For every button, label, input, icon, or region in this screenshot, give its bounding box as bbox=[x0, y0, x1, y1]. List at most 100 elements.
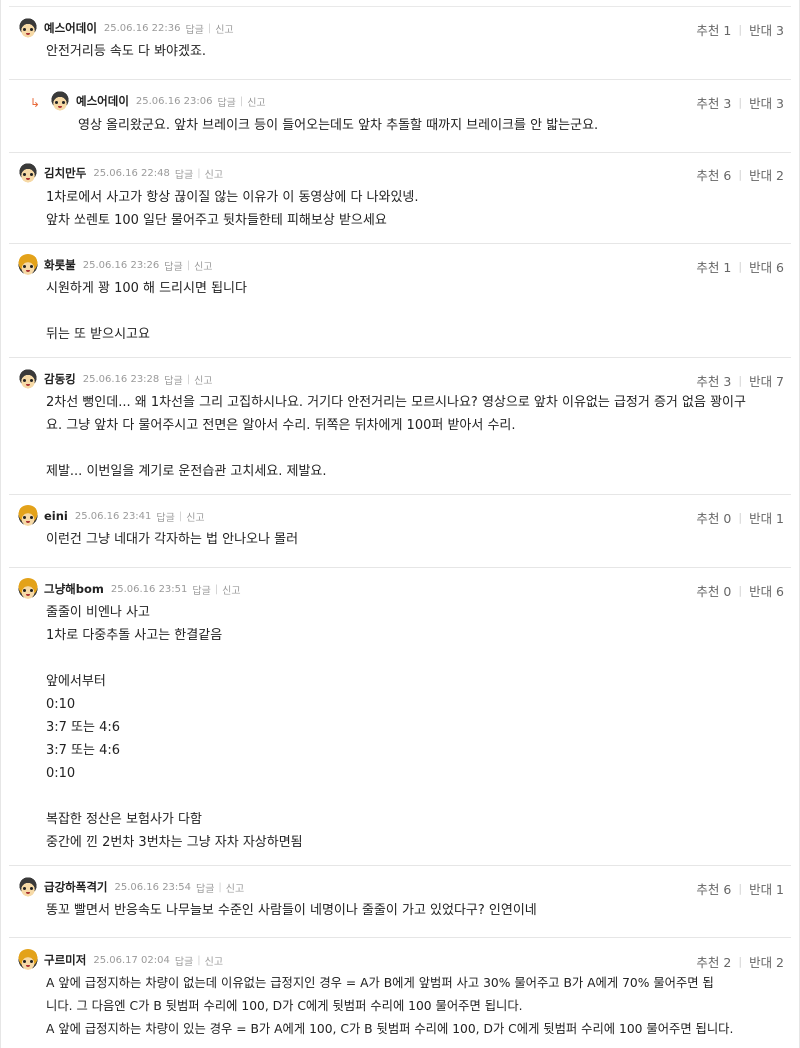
comment-author[interactable]: 김치만두 bbox=[44, 165, 86, 181]
downvote-button[interactable]: 반대 2 bbox=[749, 952, 784, 971]
reply-link[interactable]: 답글 bbox=[164, 372, 182, 387]
reply-link[interactable]: 답글 bbox=[156, 509, 174, 524]
comment-line: 니다. 그 다음엔 C가 B 뒷범퍼 수리에 100, D가 C에게 뒷범퍼 수… bbox=[46, 999, 523, 1013]
comment-author[interactable]: 급강하폭격기 bbox=[44, 879, 107, 895]
divider: | bbox=[239, 95, 244, 107]
comment-author[interactable]: 화롯불 bbox=[44, 257, 76, 273]
divider: | bbox=[738, 167, 743, 181]
report-link[interactable]: 신고 bbox=[186, 509, 204, 524]
avatar[interactable] bbox=[17, 505, 39, 527]
comment-date: 25.06.16 23:26 bbox=[82, 259, 160, 271]
divider: | bbox=[738, 373, 743, 387]
comment-body: A 앞에 급정지하는 차량이 없는데 이유없는 급정지인 경우 = A가 B에게… bbox=[46, 972, 733, 1041]
comment-line bbox=[46, 437, 746, 460]
comment-line: 앞에서부터 bbox=[46, 674, 106, 689]
comment-body: 안전거리등 속도 다 봐야겠죠. bbox=[46, 40, 206, 63]
divider: | bbox=[738, 954, 743, 968]
report-link[interactable]: 신고 bbox=[194, 258, 212, 273]
upvote-button[interactable]: 추천 6 bbox=[696, 879, 731, 898]
report-link[interactable]: 신고 bbox=[222, 582, 240, 597]
comment-line: 영상 올리왔군요. 앞차 브레이크 등이 들어오는데도 앞차 추돌할 때까지 브… bbox=[78, 118, 599, 133]
downvote-button[interactable]: 반대 6 bbox=[749, 581, 784, 600]
comment-item: 감동킹 25.06.16 23:28 답글 | 신고 추천 3 | 반대 7 2… bbox=[9, 358, 791, 495]
comment-line: 복잡한 정산은 보험사가 다함 bbox=[46, 812, 202, 827]
upvote-button[interactable]: 추천 6 bbox=[696, 165, 731, 184]
comment-list: 예스어데이 25.06.16 22:36 답글 | 신고 추천 1 | 반대 3… bbox=[0, 0, 800, 1048]
comment-author[interactable]: eini bbox=[44, 509, 68, 523]
comment-item: 예스어데이 25.06.16 22:36 답글 | 신고 추천 1 | 반대 3… bbox=[9, 6, 791, 80]
comment-author[interactable]: 감동킹 bbox=[44, 371, 76, 387]
comment-line: 뒤는 또 받으시고요 bbox=[46, 327, 150, 342]
comment-date: 25.06.16 23:54 bbox=[114, 881, 192, 893]
reply-link[interactable]: 답글 bbox=[217, 94, 235, 109]
upvote-button[interactable]: 추천 3 bbox=[696, 371, 731, 390]
upvote-button[interactable]: 추천 1 bbox=[696, 257, 731, 276]
comment-date: 25.06.16 23:51 bbox=[110, 583, 188, 595]
divider: | bbox=[186, 373, 191, 385]
downvote-button[interactable]: 반대 3 bbox=[749, 93, 784, 112]
divider: | bbox=[197, 954, 201, 966]
comment-item: 김치만두 25.06.16 22:48 답글 | 신고 추천 6 | 반대 2 … bbox=[9, 153, 791, 244]
avatar[interactable] bbox=[17, 578, 39, 600]
comment-item: 그냥해bom 25.06.16 23:51 답글 | 신고 추천 0 | 반대 … bbox=[9, 568, 791, 866]
avatar[interactable] bbox=[17, 368, 39, 390]
divider: | bbox=[738, 259, 743, 273]
reply-link[interactable]: 답글 bbox=[185, 21, 203, 36]
comment-item: 급강하폭격기 25.06.16 23:54 답글 | 신고 추천 6 | 반대 … bbox=[9, 866, 791, 938]
comment-author[interactable]: 예스어데이 bbox=[44, 20, 97, 36]
downvote-button[interactable]: 반대 1 bbox=[749, 879, 784, 898]
upvote-button[interactable]: 추천 2 bbox=[696, 952, 731, 971]
reply-link[interactable]: 답글 bbox=[175, 953, 193, 968]
avatar[interactable] bbox=[17, 17, 39, 39]
divider: | bbox=[738, 95, 743, 109]
report-link[interactable]: 신고 bbox=[205, 166, 223, 181]
comment-date: 25.06.16 22:36 bbox=[103, 22, 181, 34]
upvote-button[interactable]: 추천 0 bbox=[696, 508, 731, 527]
reply-link[interactable]: 답글 bbox=[164, 258, 182, 273]
comment-line: 3:7 또는 4:6 bbox=[46, 720, 121, 735]
comment-body: 영상 올리왔군요. 앞차 브레이크 등이 들어오는데도 앞차 추돌할 때까지 브… bbox=[78, 114, 598, 137]
comment-date: 25.06.17 02:04 bbox=[93, 954, 170, 966]
report-link[interactable]: 신고 bbox=[194, 372, 212, 387]
divider: | bbox=[738, 881, 743, 895]
comment-line: 0:10 bbox=[46, 766, 76, 781]
downvote-button[interactable]: 반대 2 bbox=[749, 165, 784, 184]
downvote-button[interactable]: 반대 6 bbox=[749, 257, 784, 276]
comment-author[interactable]: 예스어데이 bbox=[76, 93, 129, 109]
downvote-button[interactable]: 반대 7 bbox=[749, 371, 784, 390]
avatar[interactable] bbox=[17, 876, 39, 898]
comment-line: 요. 그냥 앞차 다 물어주시고 전면은 알아서 수리. 뒤쪽은 뒤차에게 10… bbox=[46, 418, 516, 433]
report-link[interactable]: 신고 bbox=[226, 880, 244, 895]
reply-link[interactable]: 답글 bbox=[192, 582, 210, 597]
comment-line bbox=[46, 785, 303, 808]
avatar[interactable] bbox=[17, 162, 39, 184]
comment-item: eini 25.06.16 23:41 답글 | 신고 추천 0 | 반대 1 … bbox=[9, 495, 791, 568]
avatar[interactable] bbox=[17, 254, 39, 276]
downvote-button[interactable]: 반대 3 bbox=[749, 20, 784, 39]
divider: | bbox=[738, 22, 743, 36]
comment-line: 줄줄이 비엔나 사고 bbox=[46, 605, 150, 620]
comment-line bbox=[46, 300, 247, 323]
upvote-button[interactable]: 추천 1 bbox=[696, 20, 731, 39]
upvote-button[interactable]: 추천 0 bbox=[696, 581, 731, 600]
report-link[interactable]: 신고 bbox=[247, 94, 265, 109]
comment-body: 1차로에서 사고가 항상 끊이질 않는 이유가 이 동영상에 다 나와있넹. 앞… bbox=[46, 186, 419, 232]
upvote-button[interactable]: 추천 3 bbox=[696, 93, 731, 112]
reply-link[interactable]: 답글 bbox=[196, 880, 214, 895]
comment-date: 25.06.16 22:48 bbox=[93, 167, 170, 179]
divider: | bbox=[214, 583, 219, 595]
comment-item: 화롯불 25.06.16 23:26 답글 | 신고 추천 1 | 반대 6 시… bbox=[9, 244, 791, 358]
divider: | bbox=[738, 583, 743, 597]
avatar[interactable] bbox=[49, 90, 71, 112]
divider: | bbox=[738, 510, 743, 524]
avatar[interactable] bbox=[17, 949, 39, 971]
comment-body: 시원하게 꽝 100 해 드리시면 됩니다 뒤는 또 받으시고요 bbox=[46, 277, 247, 346]
downvote-button[interactable]: 반대 1 bbox=[749, 508, 784, 527]
report-link[interactable]: 신고 bbox=[215, 21, 233, 36]
reply-link[interactable]: 답글 bbox=[175, 166, 193, 181]
comment-author[interactable]: 구르미저 bbox=[44, 952, 86, 968]
divider: | bbox=[207, 22, 212, 34]
report-link[interactable]: 신고 bbox=[205, 953, 223, 968]
comment-author[interactable]: 그냥해bom bbox=[44, 581, 104, 597]
comment-line: 3:7 또는 4:6 bbox=[46, 743, 121, 758]
